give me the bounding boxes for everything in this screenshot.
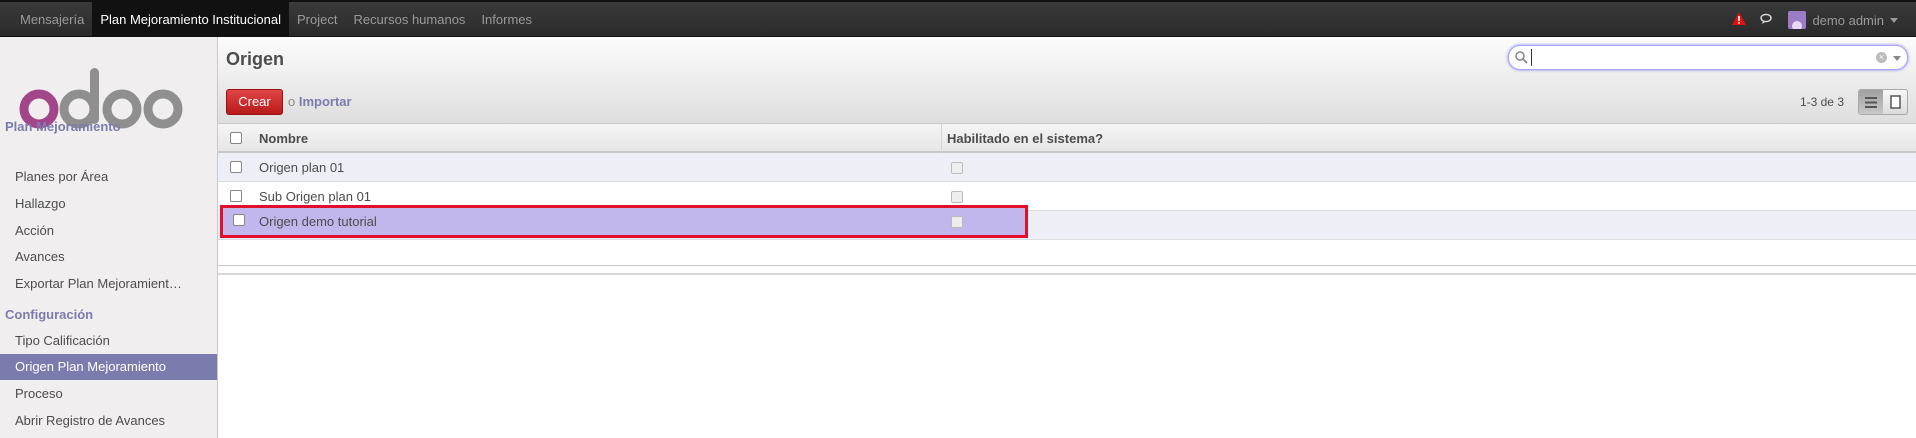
page-title: Origen [226,49,285,69]
control-panel: Origen × Crear o Importar 1-3 de 3 [218,37,1916,124]
form-view-button[interactable] [1883,90,1907,114]
import-link[interactable]: Importar [299,94,352,109]
user-name: demo admin [1812,12,1884,28]
chevron-down-icon [1890,17,1898,23]
column-header-habilitado[interactable]: Habilitado en el sistema? [947,124,1103,153]
row-checkbox[interactable] [230,161,242,173]
top-menu-recursos-humanos[interactable]: Recursos humanos [345,2,473,38]
or-label: o [288,94,296,109]
column-header-nombre[interactable]: Nombre [259,124,308,153]
form-icon [1889,95,1901,109]
alert-icon[interactable] [1732,12,1747,28]
sidebar-item-accion[interactable]: Acción [0,218,217,244]
avatar [1788,11,1807,29]
sidebar-item-origen-plan[interactable]: Origen Plan Mejoramiento [0,354,217,380]
row-name: Origen plan 01 [259,160,345,175]
top-menu: Mensajería Plan Mejoramiento Institucion… [12,2,540,38]
row-checkbox[interactable] [230,190,242,202]
search-icon [1515,51,1528,67]
top-right-area: demo admin [1732,2,1898,38]
table-header-row: Nombre Habilitado en el sistema? [218,124,1916,153]
select-all-checkbox[interactable] [230,132,242,144]
import-area: o Importar [288,94,352,109]
enabled-checkbox [951,216,963,228]
chat-icon[interactable] [1760,13,1774,28]
sidebar-item-abrir-registro[interactable]: Abrir Registro de Avances [0,408,217,434]
enabled-checkbox [951,153,963,182]
top-menu-plan-mejoramiento[interactable]: Plan Mejoramiento Institucional [92,2,289,38]
sidebar-item-exportar[interactable]: Exportar Plan Mejoramient… [0,271,217,297]
view-switcher [1858,89,1908,115]
user-menu[interactable]: demo admin [1788,11,1898,29]
search-box[interactable]: × [1508,45,1908,70]
search-options-icon[interactable] [1893,56,1901,61]
sidebar-item-hallazgo[interactable]: Hallazgo [0,191,217,217]
row-checkbox[interactable] [233,214,245,226]
sidebar-section-configuracion: Configuración [5,307,94,322]
top-menu-informes[interactable]: Informes [473,2,540,38]
sidebar-item-planes-por-area[interactable]: Planes por Área [0,164,217,190]
row-name: Origen demo tutorial [259,214,377,229]
clear-icon[interactable]: × [1876,52,1887,63]
list-footer [218,265,1916,275]
sidebar-section-plan-mejoramiento: Plan Mejoramiento [5,119,121,134]
column-separator [941,124,942,153]
sidebar-item-proceso[interactable]: Proceso [0,381,217,407]
list-icon [1865,96,1877,108]
sidebar: Plan Mejoramiento Planes por Área Hallaz… [0,37,218,438]
pager: 1-3 de 3 [1799,95,1844,109]
list-view-button[interactable] [1859,90,1883,114]
top-navbar: Mensajería Plan Mejoramiento Institucion… [0,0,1916,38]
search-input[interactable] [1531,49,1871,66]
table-row[interactable]: Origen plan 01 [218,153,1916,182]
top-menu-mensajeria[interactable]: Mensajería [12,2,92,38]
sidebar-item-avances[interactable]: Avances [0,244,217,270]
sidebar-item-tipo-calificacion[interactable]: Tipo Calificación [0,328,217,354]
create-button[interactable]: Crear [226,89,283,115]
top-menu-project[interactable]: Project [289,2,345,38]
